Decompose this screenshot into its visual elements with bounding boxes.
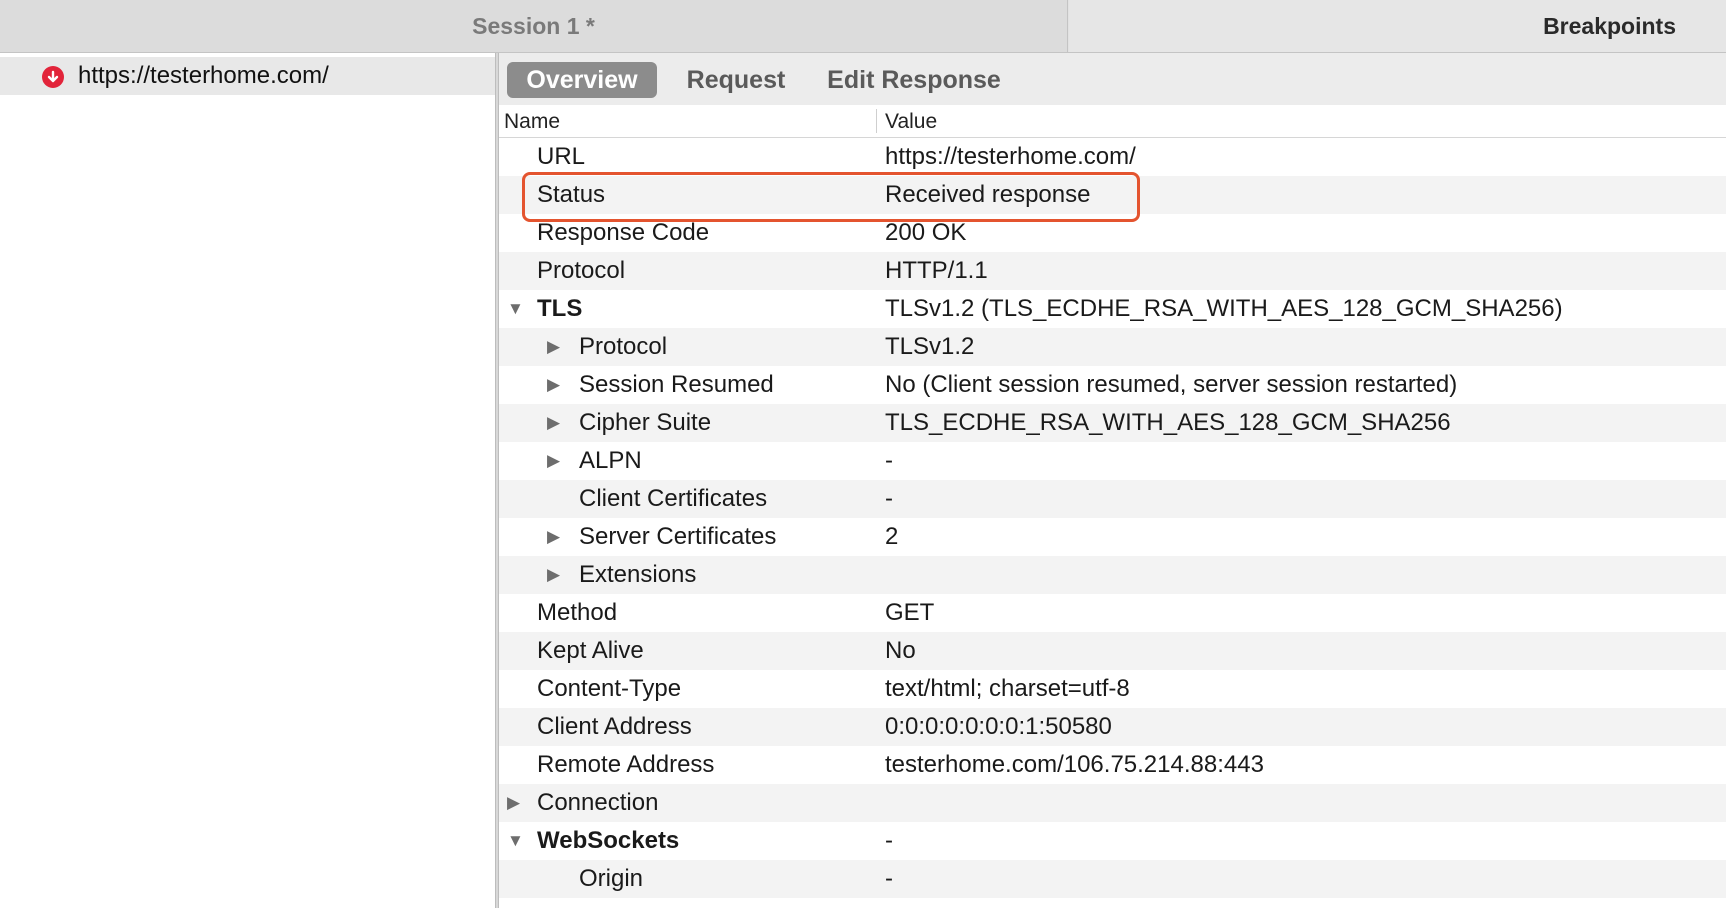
disclosure-expanded-icon[interactable]: ▼ (507, 290, 524, 328)
table-row[interactable]: Content-Type text/html; charset=utf-8 (499, 670, 1726, 708)
table-row[interactable]: ▶ Cipher Suite TLS_ECDHE_RSA_WITH_AES_128_… (499, 404, 1726, 442)
row-name: ALPN (579, 447, 642, 474)
row-value: testerhome.com/106.75.214.88:443 (885, 751, 1264, 778)
detail-tab-bar: Overview Request Edit Response (499, 53, 1726, 105)
row-name: Origin (579, 865, 644, 892)
detail-pane: Overview Request Edit Response Name Valu… (499, 53, 1726, 908)
row-name: TLS (537, 295, 583, 322)
overview-table-body: URL https://testerhome.com/Status Received… (499, 138, 1726, 898)
table-row[interactable]: ▶ Extensions (499, 556, 1726, 594)
table-row[interactable]: URL https://testerhome.com/ (499, 138, 1726, 176)
column-divider[interactable] (876, 109, 877, 133)
disclosure-collapsed-icon[interactable]: ▶ (507, 784, 520, 822)
session-list-item[interactable]: https://testerhome.com/ (0, 57, 495, 95)
column-header-value[interactable]: Value (885, 110, 937, 134)
disclosure-collapsed-icon[interactable]: ▶ (547, 404, 560, 442)
row-name: Method (537, 599, 618, 626)
row-name: Cipher Suite (579, 409, 712, 436)
disclosure-expanded-icon[interactable]: ▼ (507, 822, 524, 860)
row-name: Protocol (579, 333, 668, 360)
row-name: URL (537, 143, 586, 170)
session-url-label: https://testerhome.com/ (78, 62, 329, 89)
row-value: No (885, 637, 916, 664)
table-row[interactable]: ▶ Connection (499, 784, 1726, 822)
row-name: Remote Address (537, 751, 715, 778)
disclosure-collapsed-icon[interactable]: ▶ (547, 366, 560, 404)
row-name: Connection (537, 789, 659, 816)
table-row[interactable]: ▼ WebSockets - (499, 822, 1726, 860)
table-row[interactable]: ▶ Protocol TLSv1.2 (499, 328, 1726, 366)
table-row[interactable]: ▶ ALPN - (499, 442, 1726, 480)
tab-edit-response[interactable]: Edit Response (819, 62, 1009, 98)
table-row[interactable]: Client Address 0:0:0:0:0:0:0:1:50580 (499, 708, 1726, 746)
row-name: WebSockets (537, 827, 680, 854)
table-row[interactable]: Status Received response (499, 176, 1726, 214)
row-name: Response Code (537, 219, 710, 246)
table-header: Name Value (499, 105, 1726, 138)
disclosure-collapsed-icon[interactable]: ▶ (547, 518, 560, 556)
row-value: 200 OK (885, 219, 967, 246)
row-name: Session Resumed (579, 371, 774, 398)
row-name: Protocol (537, 257, 626, 284)
row-name: Client Certificates (579, 485, 768, 512)
session-list-pane: https://testerhome.com/ (0, 53, 495, 908)
table-row[interactable]: Response Code 200 OK (499, 214, 1726, 252)
tab-overview[interactable]: Overview (507, 62, 657, 98)
row-name: Status (537, 181, 606, 208)
table-row[interactable]: Method GET (499, 594, 1726, 632)
row-value: Received response (885, 181, 1091, 208)
tab-request[interactable]: Request (671, 62, 801, 98)
tab-session-1[interactable]: Session 1 * (0, 0, 1068, 52)
row-value: 0:0:0:0:0:0:0:1:50580 (885, 713, 1112, 740)
tab-breakpoints[interactable]: Breakpoints (1069, 0, 1726, 52)
row-value: - (885, 827, 893, 854)
row-value: - (885, 447, 893, 474)
breakpoint-download-icon (42, 66, 64, 88)
disclosure-collapsed-icon[interactable]: ▶ (547, 328, 560, 366)
row-name: Content-Type (537, 675, 682, 702)
row-name: Server Certificates (579, 523, 777, 550)
row-value: GET (885, 599, 935, 626)
row-name: Kept Alive (537, 637, 644, 664)
row-value: 2 (885, 523, 899, 550)
row-value: TLSv1.2 (885, 333, 975, 360)
table-row[interactable]: Remote Address testerhome.com/106.75.214.… (499, 746, 1726, 784)
row-value: text/html; charset=utf-8 (885, 675, 1130, 702)
row-value: - (885, 865, 893, 892)
table-row[interactable]: ▶ Server Certificates 2 (499, 518, 1726, 556)
table-row[interactable]: ▶ Session Resumed No (Client session resum… (499, 366, 1726, 404)
disclosure-collapsed-icon[interactable]: ▶ (547, 442, 560, 480)
row-value: TLS_ECDHE_RSA_WITH_AES_128_GCM_SHA256 (885, 409, 1451, 436)
table-row[interactable]: ▼ TLS TLSv1.2 (TLS_ECDHE_RSA_WITH_AES_128_… (499, 290, 1726, 328)
table-row[interactable]: Origin - (499, 860, 1726, 898)
disclosure-collapsed-icon[interactable]: ▶ (547, 556, 560, 594)
row-name: Client Address (537, 713, 692, 740)
top-tab-bar: Session 1 * Breakpoints (0, 0, 1726, 53)
row-value: No (Client session resumed, server sessi… (885, 371, 1458, 398)
table-row[interactable]: Kept Alive No (499, 632, 1726, 670)
row-value: https://testerhome.com/ (885, 143, 1136, 170)
row-value: - (885, 485, 893, 512)
row-value: TLSv1.2 (TLS_ECDHE_RSA_WITH_AES_128_GCM_… (885, 295, 1563, 322)
row-name: Extensions (579, 561, 697, 588)
row-value: HTTP/1.1 (885, 257, 988, 284)
table-row[interactable]: Client Certificates - (499, 480, 1726, 518)
table-row[interactable]: Protocol HTTP/1.1 (499, 252, 1726, 290)
column-header-name[interactable]: Name (504, 110, 560, 134)
